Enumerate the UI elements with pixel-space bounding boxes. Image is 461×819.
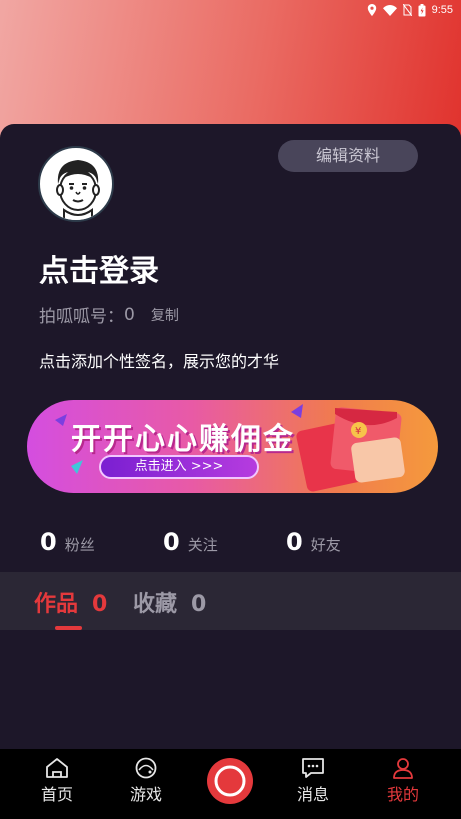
stat-followers[interactable]: 0 粉丝	[40, 528, 95, 556]
profile-icon	[393, 758, 413, 779]
tab-favorites-label: 收藏	[133, 592, 178, 617]
nav-home-label: 首页	[40, 785, 73, 804]
stat-friends-count: 0	[286, 528, 303, 556]
tab-favorites[interactable]: 收藏 0	[133, 586, 206, 618]
nav-games-label: 游戏	[129, 785, 162, 804]
stat-following-count: 0	[163, 528, 180, 556]
wifi-icon	[382, 4, 397, 16]
record-button[interactable]	[207, 758, 253, 804]
status-bar: 9:55	[0, 0, 461, 20]
avatar-face-icon	[56, 160, 100, 220]
tab-works[interactable]: 作品 0	[34, 586, 107, 618]
stat-following-label: 关注	[187, 536, 218, 554]
coin-symbol: ¥	[355, 426, 361, 437]
nav-home[interactable]: 首页	[22, 749, 92, 819]
avatar[interactable]	[38, 146, 114, 222]
account-id-value: 0	[124, 304, 135, 325]
battery-icon	[418, 3, 426, 16]
nav-messages-label: 消息	[296, 785, 329, 804]
tab-works-label: 作品	[34, 592, 79, 617]
red-envelope-icon: ¥	[296, 407, 405, 492]
nav-messages[interactable]: 消息	[278, 749, 348, 819]
commission-banner[interactable]: ¥ 开开心心赚佣金 点击进入 >>>	[27, 400, 438, 493]
bottom-nav: 首页 游戏 消息 我的	[0, 749, 461, 819]
profile-card: 编辑资料 点击登录 拍呱呱号： 0 复制 点击添加个性签名，展示您的才华 ¥ 开…	[0, 124, 461, 749]
record-icon	[214, 765, 246, 797]
stat-friends-label: 好友	[310, 536, 341, 554]
edit-profile-button[interactable]: 编辑资料	[278, 140, 418, 172]
tab-active-indicator	[55, 626, 82, 630]
tab-works-count: 0	[92, 592, 108, 617]
nav-profile-label: 我的	[386, 785, 419, 804]
clock: 9:55	[431, 4, 453, 16]
stats-row: 0 粉丝 0 关注 0 好友	[0, 528, 461, 564]
nav-profile[interactable]: 我的	[368, 749, 438, 819]
account-id-row: 拍呱呱号： 0 复制	[39, 302, 179, 328]
stat-following[interactable]: 0 关注	[163, 528, 218, 556]
no-sim-icon	[402, 4, 412, 16]
account-id-label: 拍呱呱号：	[39, 307, 124, 327]
signature-text[interactable]: 点击添加个性签名，展示您的才华	[39, 348, 279, 372]
stat-followers-label: 粉丝	[64, 536, 95, 554]
banner-enter-button[interactable]: 点击进入 >>>	[99, 455, 259, 479]
tab-favorites-count: 0	[191, 592, 207, 617]
copy-button[interactable]: 复制	[151, 305, 179, 325]
game-icon	[135, 757, 157, 779]
banner-title: 开开心心赚佣金	[71, 422, 295, 457]
content-tabs: 作品 0 收藏 0	[0, 572, 461, 630]
stat-followers-count: 0	[40, 528, 57, 556]
stat-friends[interactable]: 0 好友	[286, 528, 341, 556]
nav-games[interactable]: 游戏	[111, 749, 181, 819]
location-icon	[367, 4, 376, 16]
login-prompt[interactable]: 点击登录	[39, 246, 159, 290]
home-icon	[46, 758, 68, 778]
message-icon	[302, 758, 324, 778]
